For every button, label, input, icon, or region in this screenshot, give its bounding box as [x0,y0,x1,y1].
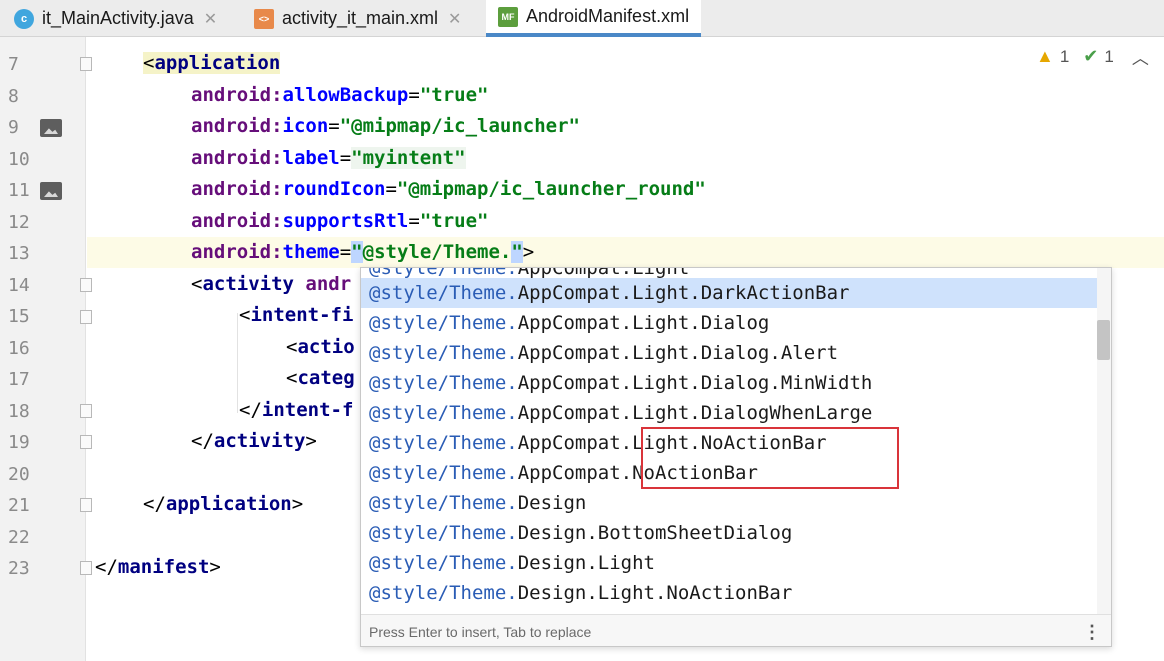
line-number: 22 [8,527,30,548]
tab-androidmanifest[interactable]: MF AndroidManifest.xml [486,0,702,37]
image-preview-icon[interactable] [40,119,62,137]
completion-item[interactable]: @style/Theme.AppCompat.Light.DialogWhenL… [361,398,1097,428]
line-number: 21 [8,495,30,516]
code-line-8: android:allowBackup="true" [191,84,489,106]
code-line-13: android:theme="@style/Theme."> [87,237,1164,268]
completion-hint: Press Enter to insert, Tab to replace [369,624,592,640]
completion-footer: Press Enter to insert, Tab to replace ⋮ [361,614,1111,646]
close-icon[interactable]: ✕ [204,9,217,29]
line-number: 14 [8,275,30,296]
line-number: 16 [8,338,30,359]
tab-it-mainactivity[interactable]: c it_MainActivity.java ✕ [14,0,217,37]
line-number: 13 [8,243,30,264]
tab-label: it_MainActivity.java [42,8,194,28]
completion-item[interactable]: @style/Theme.AppCompat.Light.Dialog [361,308,1097,338]
code-line-11: android:roundIcon="@mipmap/ic_launcher_r… [191,178,706,200]
close-icon[interactable]: ✕ [448,9,461,29]
line-number: 12 [8,212,30,233]
image-preview-icon[interactable] [40,182,62,200]
line-number: 9 [8,117,19,138]
line-number: 18 [8,401,30,422]
line-number: 19 [8,432,30,453]
line-number: 23 [8,558,30,579]
highlight-box [641,427,899,489]
completion-scroll-thumb[interactable] [1097,320,1110,360]
completion-item[interactable]: @style/Theme.Design.BottomSheetDialog [361,518,1097,548]
completion-item[interactable]: @style/Theme.Design [361,488,1097,518]
code-line-9: android:icon="@mipmap/ic_launcher" [191,115,580,137]
tab-label: activity_it_main.xml [282,8,439,28]
line-number: 10 [8,149,30,170]
line-number: 17 [8,369,30,390]
line-number: 7 [8,54,19,75]
more-options-icon[interactable]: ⋮ [1083,615,1101,646]
manifest-file-icon: MF [498,6,518,27]
completion-item[interactable]: @style/Theme.AppCompat.Light.Dialog.MinW… [361,368,1097,398]
xml-file-icon: <> [254,8,274,29]
completion-item[interactable]: @style/Theme.Design.Light [361,548,1097,578]
tab-label: AndroidManifest.xml [526,6,690,26]
java-class-icon: c [14,8,34,29]
code-line-10: android:label="myintent" [191,147,466,169]
line-number: 20 [8,464,30,485]
code-line-7: <application [143,52,281,74]
tab-activity-it-main[interactable]: <> activity_it_main.xml ✕ [254,0,461,37]
editor-tab-bar: c it_MainActivity.java ✕ <> activity_it_… [0,0,1164,37]
line-number: 8 [8,86,19,107]
line-number-gutter: 7 8 9 10 11 12 13 14 15 16 17 18 19 20 2… [0,37,92,661]
completion-item[interactable]: @style/Theme.Design.Light.NoActionBar [361,578,1097,608]
line-number: 15 [8,306,30,327]
completion-item-selected[interactable]: @style/Theme.AppCompat.Light.DarkActionB… [361,278,1097,308]
line-number: 11 [8,180,30,201]
completion-item[interactable]: @style/Theme.AppCompat.Light.Dialog.Aler… [361,338,1097,368]
code-line-12: android:supportsRtl="true" [191,210,489,232]
